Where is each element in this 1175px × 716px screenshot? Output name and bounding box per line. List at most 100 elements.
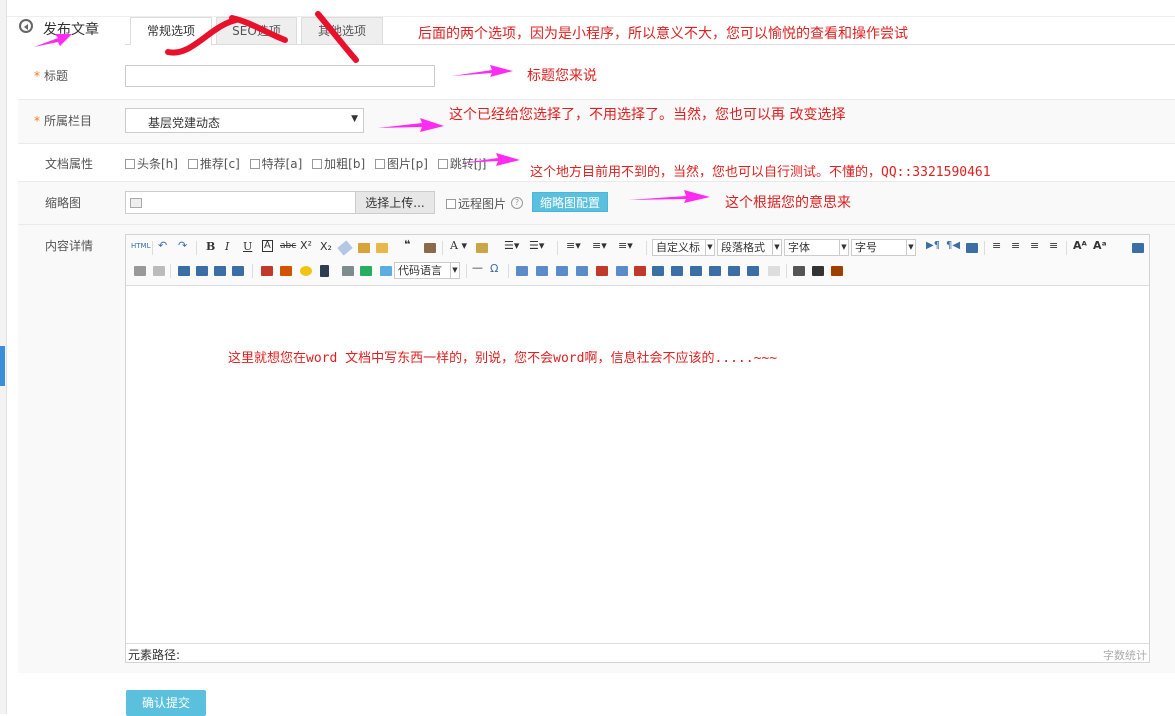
category-select[interactable]: 基层党建动态 ▼ — [125, 108, 364, 133]
checkbox[interactable] — [437, 158, 448, 169]
align-justify-icon[interactable]: ≡ — [1049, 239, 1058, 252]
merge-cells-icon[interactable] — [652, 266, 664, 276]
special-char-icon[interactable]: Ω — [490, 262, 498, 275]
delete-col-icon[interactable] — [634, 266, 646, 276]
unlink-icon[interactable] — [153, 266, 165, 276]
html-source-icon[interactable]: HTML — [131, 242, 150, 250]
italic-icon[interactable]: I — [225, 240, 229, 253]
insert-col-icon[interactable] — [616, 266, 628, 276]
title-input[interactable] — [125, 65, 435, 87]
submit-button[interactable]: 确认提交 — [126, 690, 206, 716]
subscript-icon[interactable]: X₂ — [320, 240, 332, 253]
attr-bold[interactable]: 加粗[b] — [312, 157, 365, 171]
chevron-down-icon: ▼ — [839, 240, 848, 255]
checkbox[interactable] — [249, 158, 260, 169]
code-language-select[interactable]: 代码语言 ▼ — [394, 262, 460, 279]
preview-icon[interactable] — [793, 266, 805, 276]
checkbox[interactable] — [312, 158, 323, 169]
highlight-icon[interactable] — [476, 243, 488, 253]
merge-down-icon[interactable] — [690, 266, 702, 276]
category-value: 基层党建动态 — [148, 116, 221, 130]
lowercase-icon[interactable]: Aᵃ — [1093, 239, 1107, 252]
emotion-icon[interactable] — [300, 266, 312, 276]
top-bar — [0, 0, 1175, 17]
video-icon[interactable] — [320, 265, 329, 277]
image-right-icon[interactable] — [214, 266, 226, 276]
checkbox[interactable] — [125, 158, 135, 169]
delete-row-icon[interactable] — [596, 266, 608, 276]
custom-title-select[interactable]: 自定义标 ▼ — [652, 239, 715, 256]
strikethrough-icon[interactable]: abc — [280, 241, 296, 251]
tab-other[interactable]: 其他选项 — [301, 17, 383, 44]
superscript-icon[interactable]: X² — [300, 239, 312, 252]
blockquote-icon[interactable]: ❝ — [404, 238, 410, 251]
tab-general[interactable]: 常规选项 — [130, 17, 212, 45]
font-family-select[interactable]: 字体 ▼ — [784, 239, 849, 256]
uppercase-icon[interactable]: Aᴬ — [1073, 239, 1087, 252]
checkbox[interactable] — [187, 158, 198, 169]
insert-image-icon[interactable] — [280, 266, 292, 276]
auto-typeset-icon[interactable] — [376, 243, 388, 253]
rtl-icon[interactable]: ¶◀ — [946, 240, 960, 251]
toolbar-separator — [508, 264, 509, 278]
attr-special[interactable]: 特荐[a] — [249, 157, 302, 171]
unordered-list-icon[interactable]: ☰▾ — [529, 239, 544, 252]
line-height-icon[interactable]: ≡▾ — [618, 239, 633, 252]
sidebar-collapse-handle[interactable] — [0, 346, 5, 386]
print-icon[interactable] — [768, 266, 780, 276]
split-cells-icon[interactable] — [709, 266, 721, 276]
row-spacing-top-icon[interactable]: ≡▾ — [566, 239, 581, 252]
font-size-select[interactable]: 字号 ▼ — [851, 239, 916, 256]
tab-seo[interactable]: SEO选项 — [216, 17, 297, 44]
attr-recommend[interactable]: 推荐[c] — [187, 157, 240, 171]
checkbox[interactable] — [374, 158, 385, 169]
table-caption-icon[interactable] — [556, 266, 568, 276]
ordered-list-icon[interactable]: ☰▾ — [504, 239, 519, 252]
indent-icon[interactable] — [966, 243, 978, 253]
back-icon[interactable] — [19, 19, 33, 33]
upload-button[interactable]: 选择上传... — [355, 191, 435, 214]
attr-image[interactable]: 图片[p] — [374, 157, 428, 171]
underline-icon[interactable]: U — [243, 240, 252, 253]
ltr-icon[interactable]: ▶¶ — [926, 240, 940, 251]
paragraph-format-select[interactable]: 段落格式 ▼ — [717, 239, 782, 256]
attr-headline[interactable]: 头条[h] — [125, 157, 178, 171]
attr-redirect[interactable]: 跳转[j] — [437, 157, 486, 171]
insert-frame-icon[interactable] — [380, 266, 392, 276]
font-border-icon[interactable]: A — [262, 240, 273, 252]
image-center-icon[interactable] — [232, 266, 244, 276]
help-icon[interactable]: ? — [511, 197, 523, 209]
rich-text-editor[interactable]: HTML ↶ ↷ B I U A abc X² X₂ ❝ A ▾ ☰▾ ☰▾ ≡… — [125, 234, 1150, 663]
link-icon[interactable] — [134, 266, 146, 276]
template-icon[interactable] — [831, 266, 843, 276]
align-center-icon[interactable]: ≡ — [1011, 239, 1020, 252]
map-icon[interactable] — [360, 266, 372, 276]
insert-table-icon[interactable] — [516, 266, 528, 276]
undo-icon[interactable]: ↶ — [158, 239, 167, 252]
font-color-icon[interactable]: A ▾ — [450, 239, 467, 252]
image-none-icon[interactable] — [178, 266, 190, 276]
delete-table-icon[interactable] — [536, 266, 548, 276]
clear-format-icon[interactable] — [337, 240, 353, 256]
align-right-icon[interactable]: ≡ — [1030, 239, 1039, 252]
paste-plain-icon[interactable] — [424, 243, 436, 253]
thumb-config-button[interactable]: 缩略图配置 — [532, 192, 608, 212]
remote-image-option[interactable]: 远程图片 — [446, 195, 506, 212]
format-painter-icon[interactable] — [358, 243, 370, 253]
bold-icon[interactable]: B — [206, 240, 215, 253]
thumb-path-input[interactable] — [125, 191, 356, 214]
insert-row-icon[interactable] — [576, 266, 588, 276]
checkbox[interactable] — [446, 198, 456, 209]
split-rows-icon[interactable] — [728, 266, 740, 276]
redo-icon[interactable]: ↷ — [178, 239, 187, 252]
image-left-icon[interactable] — [196, 266, 208, 276]
row-spacing-bottom-icon[interactable]: ≡▾ — [592, 239, 607, 252]
search-replace-icon[interactable] — [812, 266, 824, 276]
align-left-icon[interactable]: ≡ — [992, 239, 1001, 252]
simple-upload-icon[interactable] — [261, 266, 273, 276]
split-cols-icon[interactable] — [747, 266, 759, 276]
fullscreen-icon[interactable] — [1132, 243, 1144, 253]
horizontal-rule-icon[interactable]: — — [472, 261, 483, 274]
attachment-icon[interactable] — [342, 266, 354, 276]
merge-right-icon[interactable] — [671, 266, 683, 276]
